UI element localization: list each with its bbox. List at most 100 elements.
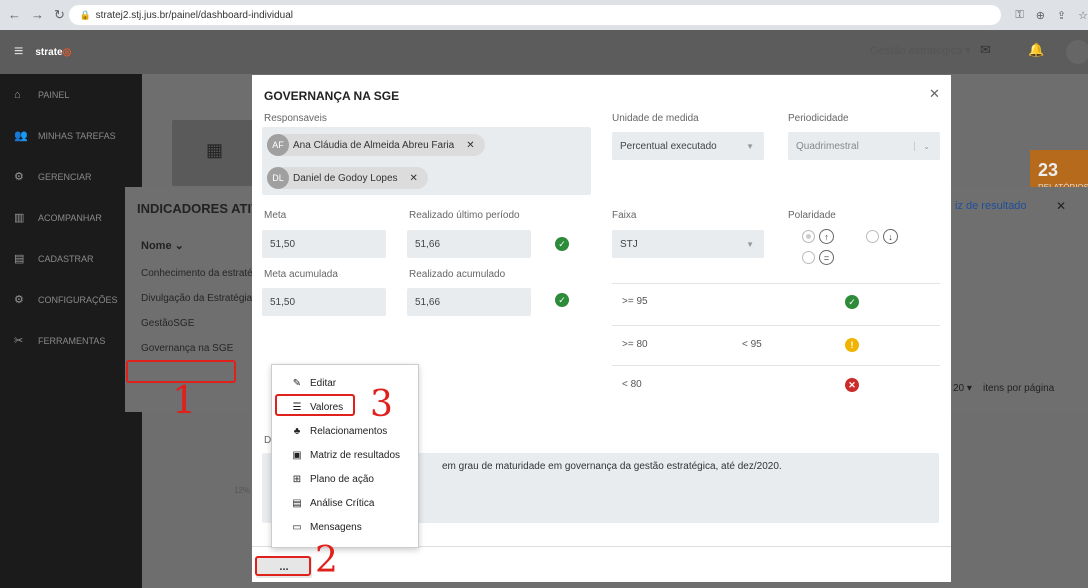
forward-icon[interactable]: → <box>31 7 44 23</box>
polaridade-equal-radio[interactable] <box>802 251 815 264</box>
remove-icon[interactable]: ✕ <box>410 173 418 184</box>
meta-acumulada-label: Meta acumulada <box>264 269 338 280</box>
calculator-card[interactable]: ▦ <box>172 120 262 186</box>
home-icon: ⌂ <box>14 88 21 101</box>
chevron-down-icon: ▼ <box>746 239 754 249</box>
area-selector-label: Gestão estratégica <box>870 45 963 57</box>
sidebar-item-label: CONFIGURAÇÕES <box>38 294 118 305</box>
faixa-range-to: < 95 <box>742 339 762 350</box>
divider <box>612 365 940 366</box>
back-icon[interactable]: ← <box>8 7 21 23</box>
polaridade-label: Polaridade <box>788 210 836 221</box>
table-row[interactable]: Divulgação da Estratégia <box>141 293 252 304</box>
avatar: AF <box>267 134 289 156</box>
realizado-acumulado-field[interactable]: 51,66 <box>407 288 531 316</box>
menu-item-analise[interactable]: ▤ Análise Crítica <box>290 495 374 511</box>
chart-icon: ▥ <box>14 212 25 224</box>
menu-item-plano[interactable]: ⊞ Plano de ação <box>290 471 374 487</box>
menu-item-relacionamentos[interactable]: ♣ Relacionamentos <box>290 423 388 439</box>
close-icon[interactable]: ✕ <box>1056 199 1066 213</box>
periodicidade-value: Quadrimestral <box>796 140 859 152</box>
browser-nav: ← → ↻ <box>0 7 69 23</box>
annotation-box-2 <box>255 556 311 576</box>
avatar[interactable] <box>1066 40 1088 64</box>
meta-field[interactable]: 51,50 <box>262 230 386 258</box>
hierarchy-icon: ♣ <box>293 425 301 437</box>
page-size-value: 20 <box>953 383 965 394</box>
responsavel-chip: AF Ana Cláudia de Almeida Abreu Faria ✕ <box>267 134 485 156</box>
brand-logo[interactable]: strate◎ <box>35 47 71 58</box>
menu-item-label: Plano de ação <box>310 473 374 485</box>
avatar: DL <box>267 167 289 189</box>
periodicidade-select[interactable]: Quadrimestral ⌄ <box>788 132 940 160</box>
faixa-select[interactable]: STJ ▼ <box>612 230 764 258</box>
faixa-value: STJ <box>620 238 638 250</box>
meta-acumulada-field[interactable]: 51,50 <box>262 288 386 316</box>
mail-icon[interactable]: ✉ <box>980 42 991 58</box>
bell-icon[interactable]: 🔔 <box>1028 42 1044 58</box>
faixa-range-from: >= 80 <box>622 339 648 350</box>
sidebar-item-gerenciar[interactable]: ⚙ GERENCIAR <box>0 156 142 197</box>
zoom-icon[interactable]: ⊕ <box>1036 9 1045 22</box>
pagination-size[interactable]: 20 ▾ itens por página <box>953 383 1054 394</box>
error-icon: ✕ <box>845 378 859 392</box>
menu-item-mensagens[interactable]: ▭ Mensagens <box>290 519 361 535</box>
sidebar-item-acompanhar[interactable]: ▥ ACOMPANHAR <box>0 197 142 238</box>
sidebar-item-label: CADASTRAR <box>38 253 94 264</box>
remove-icon[interactable]: ✕ <box>466 140 474 151</box>
share-icon[interactable]: ⇪ <box>1057 9 1066 22</box>
annotation-number-2: 2 <box>315 540 338 581</box>
check-icon: ✓ <box>555 237 569 251</box>
responsavel-chip: DL Daniel de Godoy Lopes ✕ <box>267 167 428 189</box>
chevron-down-icon: ⌄ <box>914 141 930 151</box>
annotation-box-3 <box>275 394 355 416</box>
sidebar-item-minhas-tarefas[interactable]: 👥 MINHAS TAREFAS <box>0 115 142 156</box>
sidebar-item-ferramentas[interactable]: ✂ FERRAMENTAS <box>0 320 142 361</box>
reload-icon[interactable]: ↻ <box>54 7 65 23</box>
sidebar-item-label: ACOMPANHAR <box>38 212 102 223</box>
column-header-nome[interactable]: Nome ⌄ <box>141 239 184 252</box>
menu-item-label: Editar <box>310 377 337 389</box>
responsavel-name: Daniel de Godoy Lopes <box>293 172 398 184</box>
polaridade-up-radio[interactable] <box>802 230 815 243</box>
address-bar[interactable]: 🔒 stratej2.stj.jus.br/painel/dashboard-i… <box>69 5 1002 25</box>
realizado-ultimo-label: Realizado último período <box>409 210 520 221</box>
unidade-label: Unidade de medida <box>612 113 699 124</box>
polaridade-down-radio[interactable] <box>866 230 879 243</box>
unidade-select[interactable]: Percentual executado ▼ <box>612 132 764 160</box>
sidebar-item-configuracoes[interactable]: ⚙ CONFIGURAÇÕES <box>0 279 142 320</box>
close-icon[interactable]: ✕ <box>929 86 940 102</box>
matriz-resultado-link[interactable]: iz de resultado <box>955 200 1027 212</box>
gear-icon: ⚙ <box>14 294 24 306</box>
menu-item-editar[interactable]: ✎ Editar <box>290 375 336 391</box>
sidebar-item-cadastrar[interactable]: ▤ CADASTRAR <box>0 238 142 279</box>
warning-icon: ! <box>845 338 859 352</box>
realizado-ultimo-field[interactable]: 51,66 <box>407 230 531 258</box>
area-selector[interactable]: Gestão estratégica ▾ <box>870 44 971 57</box>
sidebar-item-label: FERRAMENTAS <box>38 335 106 346</box>
realizado-acumulado-label: Realizado acumulado <box>409 269 506 280</box>
lock-icon: 🔒 <box>79 9 91 20</box>
annotation-number-3: 3 <box>370 384 393 425</box>
table-row[interactable]: Conhecimento da estraté <box>141 268 253 279</box>
star-icon[interactable]: ☆ <box>1078 9 1088 22</box>
descricao-text: em grau de maturidade em governança da g… <box>442 461 782 472</box>
register-icon: ▤ <box>14 253 25 265</box>
sidebar: ⌂ PAINEL 👥 MINHAS TAREFAS ⚙ GERENCIAR ▥ ACOM… <box>0 74 142 588</box>
check-icon: ✓ <box>845 295 859 309</box>
menu-item-matriz[interactable]: ▣ Matriz de resultados <box>290 447 400 463</box>
divider <box>612 283 940 284</box>
sidebar-item-painel[interactable]: ⌂ PAINEL <box>0 74 142 115</box>
pending-count: 23 <box>1038 160 1059 180</box>
key-icon[interactable]: ⚿ <box>1015 9 1023 22</box>
plan-icon: ⊞ <box>292 473 302 485</box>
responsavel-name: Ana Cláudia de Almeida Abreu Faria <box>293 139 455 151</box>
browser-toolbar: ← → ↻ 🔒 stratej2.stj.jus.br/painel/dashb… <box>0 0 1088 30</box>
check-icon: ✓ <box>555 293 569 307</box>
divider <box>612 325 940 326</box>
table-row[interactable]: GestãoSGE <box>141 318 194 329</box>
users-icon: 👥 <box>14 130 28 142</box>
table-row-governanca[interactable]: Governança na SGE <box>141 343 233 354</box>
menu-icon[interactable]: ≡ <box>14 43 23 61</box>
clipboard-icon: ▤ <box>292 497 302 509</box>
